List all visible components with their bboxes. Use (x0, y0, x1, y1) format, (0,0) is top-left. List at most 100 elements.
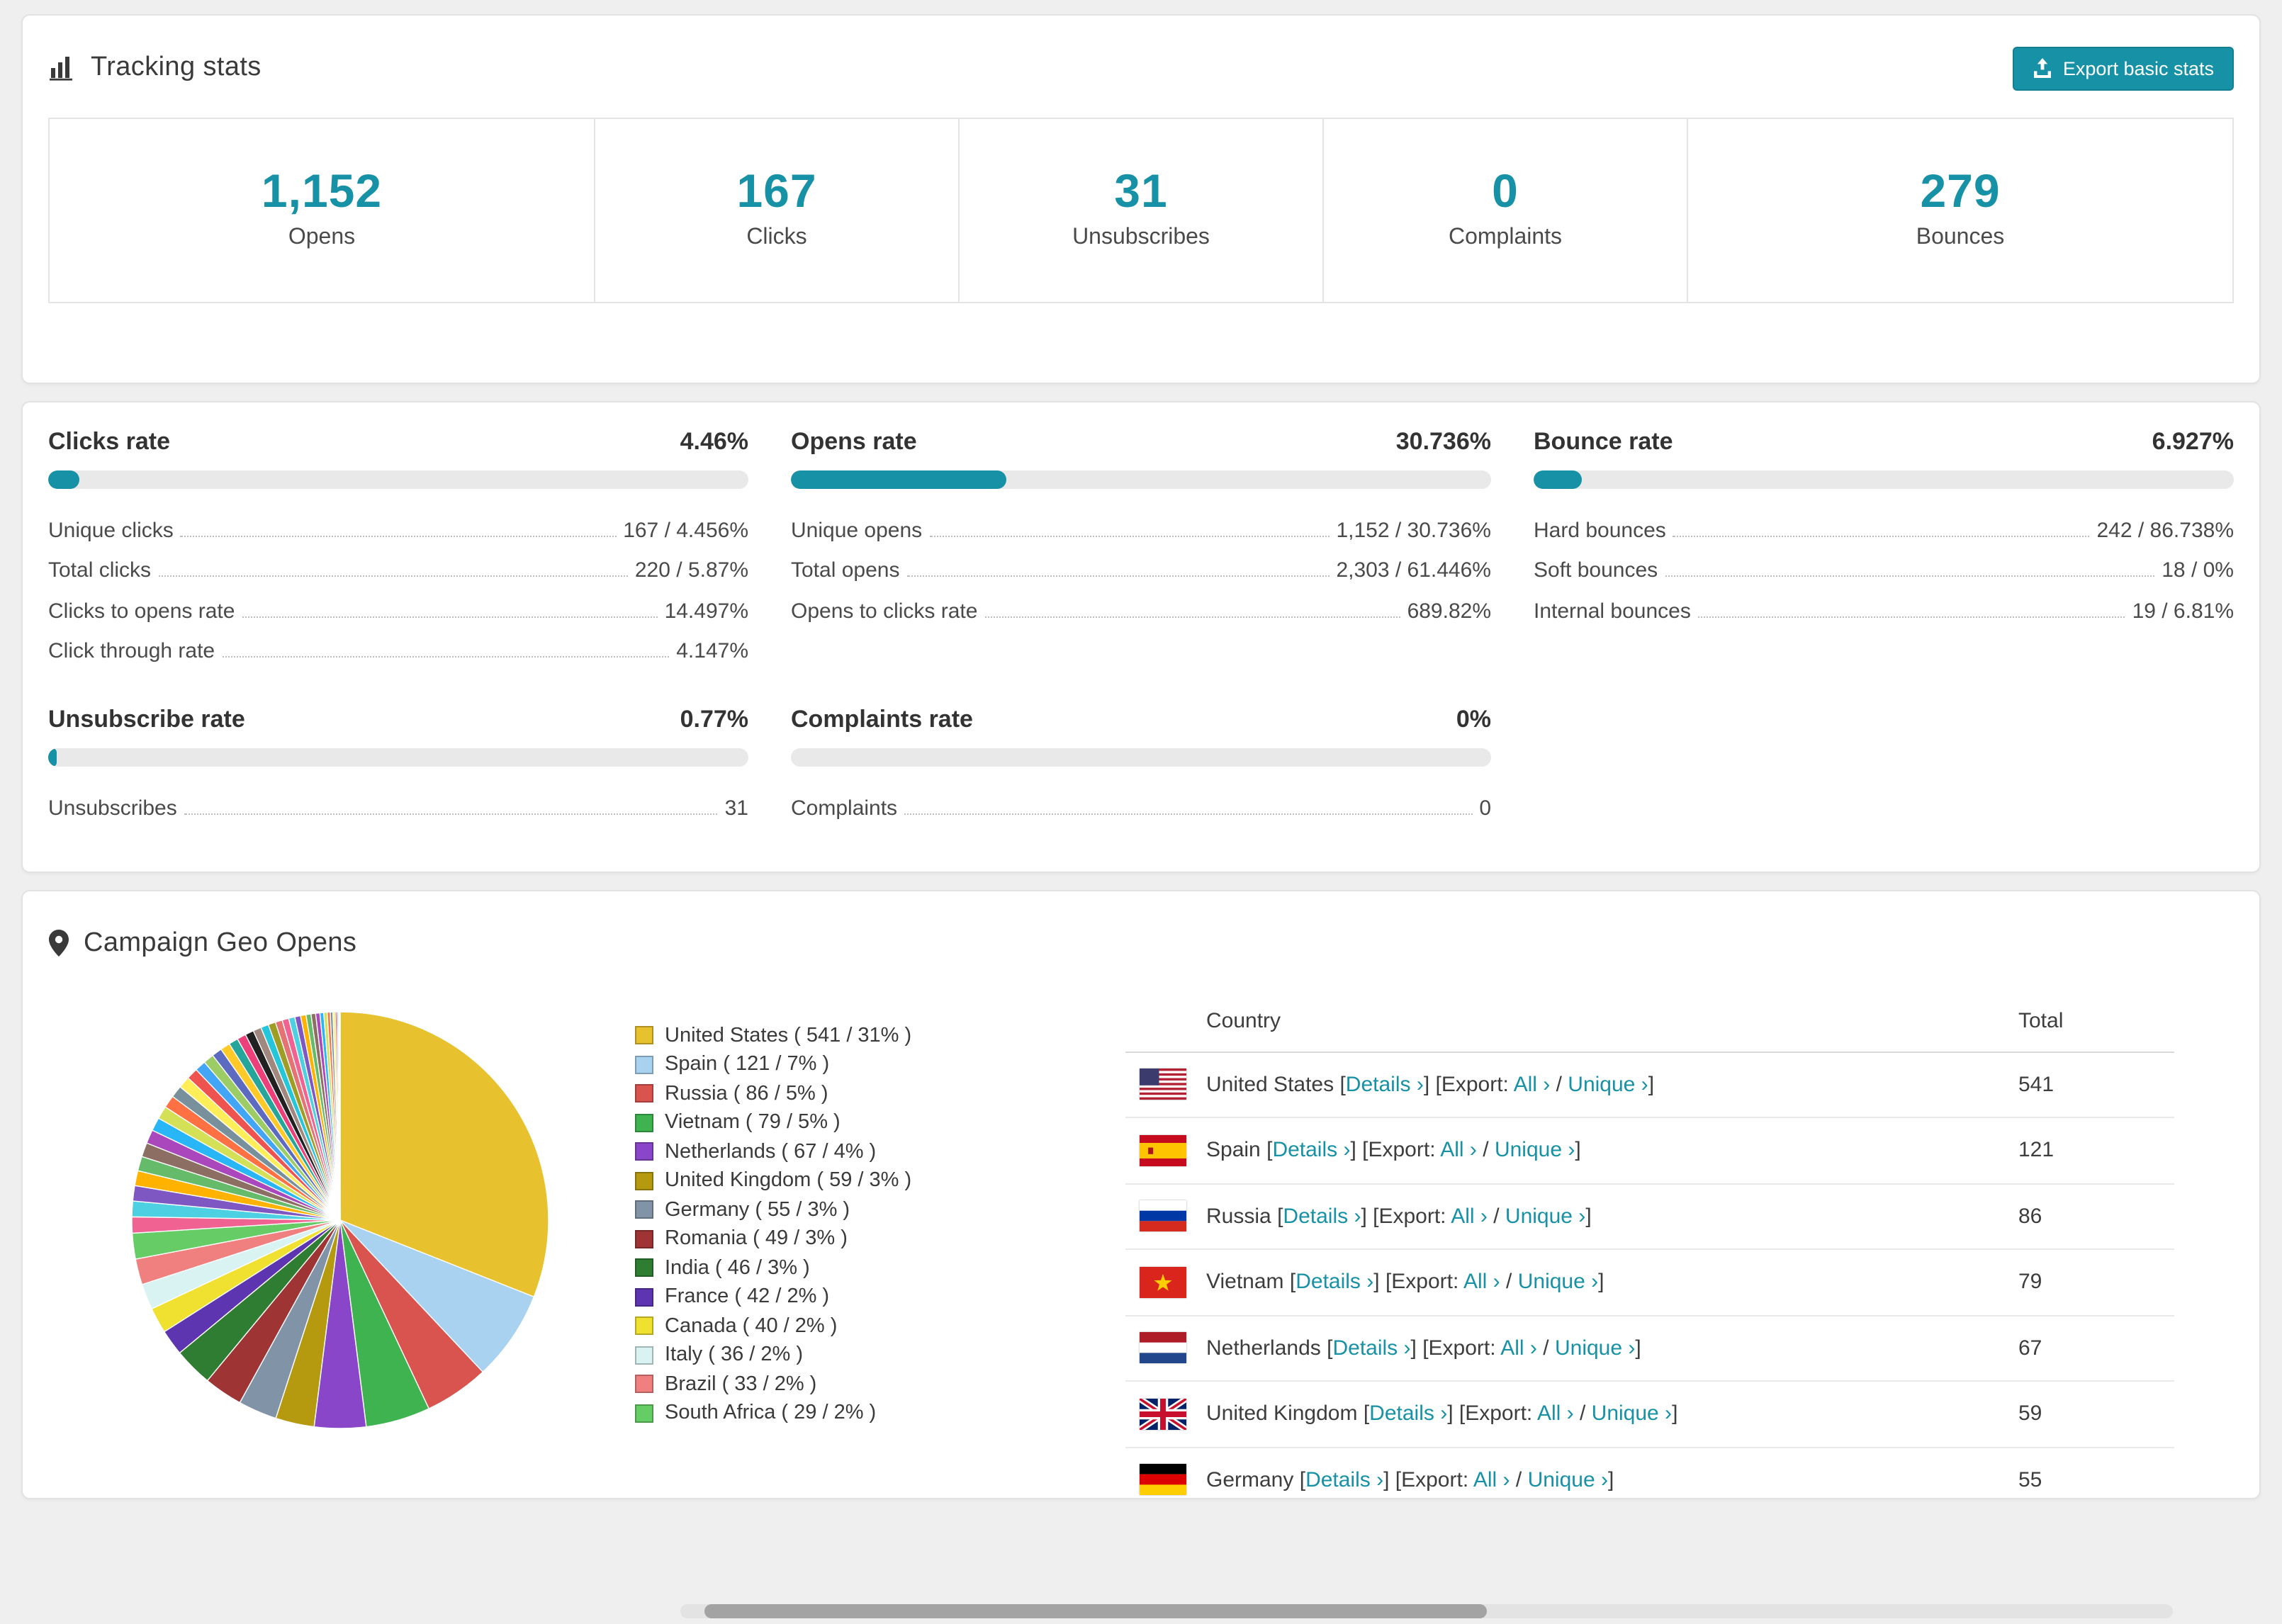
stat-value: 1,152 (261, 164, 383, 217)
export-unique-link[interactable]: Unique › (1568, 1073, 1648, 1097)
export-slash: / (1510, 1467, 1528, 1492)
rate-row-label: Unique clicks (48, 518, 174, 542)
details-link[interactable]: Details › (1305, 1468, 1383, 1492)
country-flag-icon (1140, 1464, 1186, 1496)
bracket-open: [ (1363, 1402, 1370, 1426)
export-unique-link[interactable]: Unique › (1518, 1270, 1598, 1295)
rate-rows: Hard bounces 242 / 86.738% Soft bounces … (1534, 502, 2234, 623)
legend-label: Romania ( 49 / 3% ) (665, 1227, 848, 1251)
rate-progress-track (791, 748, 1491, 767)
rate-panel: Unsubscribe rate 0.77% Unsubscribes 31 (48, 706, 748, 820)
details-link[interactable]: Details › (1272, 1139, 1350, 1163)
export-all-link[interactable]: All › (1537, 1402, 1574, 1426)
export-all-link[interactable]: All › (1463, 1270, 1500, 1295)
legend-item: Vietnam ( 79 / 5% ) (635, 1108, 989, 1137)
details-link[interactable]: Details › (1369, 1402, 1447, 1426)
legend-label: Italy ( 36 / 2% ) (665, 1343, 804, 1367)
bracket-close-2: ] (1607, 1467, 1614, 1492)
stat-label: Bounces (1916, 225, 2005, 249)
export-basic-stats-button[interactable]: Export basic stats (2013, 46, 2234, 90)
total-column-header: Total (2018, 1008, 2064, 1032)
export-unique-link[interactable]: Unique › (1555, 1336, 1635, 1360)
details-link[interactable]: Details › (1283, 1205, 1361, 1229)
rate-row-label: Total clicks (48, 558, 152, 582)
rate-row-label: Internal bounces (1534, 599, 1691, 623)
bracket-close: ] (1350, 1138, 1363, 1163)
bracket-close: ] (1383, 1467, 1395, 1492)
export-unique-link[interactable]: Unique › (1592, 1402, 1672, 1426)
export-prefix: [Export: (1422, 1336, 1501, 1360)
rate-row-label: Soft bounces (1534, 558, 1658, 582)
rate-value: 0.77% (680, 706, 748, 733)
geo-opens-card: Campaign Geo Opens United States ( 541 /… (21, 889, 2261, 1499)
geo-opens-title: Campaign Geo Opens (84, 927, 357, 957)
legend-item: Romania ( 49 / 3% ) (635, 1224, 989, 1253)
export-unique-link[interactable]: Unique › (1495, 1139, 1575, 1163)
country-total: 55 (2018, 1467, 2042, 1492)
bracket-close: ] (1410, 1336, 1423, 1360)
export-unique-link[interactable]: Unique › (1505, 1205, 1585, 1229)
rate-panel: Clicks rate 4.46% Unique clicks 167 / 4.… (48, 428, 748, 663)
dotted-leader (984, 616, 1400, 617)
geo-table: Country Total United States [Details ›] … (1125, 990, 2174, 1497)
stat-card: 279 Bounces (1688, 119, 2232, 302)
legend-swatch (635, 1084, 653, 1103)
legend-swatch (635, 1375, 653, 1394)
legend-item: Italy ( 36 / 2% ) (635, 1341, 989, 1370)
rate-row: Unsubscribes 31 (48, 779, 748, 820)
country-cell: United Kingdom [Details ›] [Export: All … (1206, 1402, 2018, 1426)
legend-label: Netherlands ( 67 / 4% ) (665, 1140, 877, 1163)
legend-swatch (635, 1142, 653, 1161)
legend-label: Vietnam ( 79 / 5% ) (665, 1111, 841, 1134)
rate-row: Total clicks 220 / 5.87% (48, 542, 748, 582)
country-flag-icon (1140, 1200, 1186, 1232)
export-all-link[interactable]: All › (1500, 1336, 1537, 1360)
table-row: United Kingdom [Details ›] [Export: All … (1125, 1382, 2174, 1448)
dashboard-page: Tracking stats Export basic stats 1,152 … (0, 0, 2282, 1624)
country-total: 59 (2018, 1402, 2042, 1426)
details-link[interactable]: Details › (1332, 1336, 1410, 1360)
legend-swatch (635, 1055, 653, 1074)
country-flag-icon (1140, 1398, 1186, 1430)
export-slash: / (1536, 1336, 1555, 1360)
export-all-link[interactable]: All › (1514, 1073, 1551, 1097)
pie-svg (131, 1010, 549, 1428)
horizontal-scrollbar-track[interactable] (680, 1604, 2173, 1618)
legend-swatch (635, 1171, 653, 1190)
rate-row-label: Unique opens (791, 518, 923, 542)
rate-row-value: 0 (1479, 796, 1491, 820)
details-link[interactable]: Details › (1346, 1073, 1424, 1097)
dotted-leader (158, 575, 628, 577)
export-slash: / (1573, 1402, 1592, 1426)
rate-progress-track (791, 470, 1491, 489)
rate-row-value: 14.497% (664, 599, 748, 623)
legend-item: Canada ( 40 / 2% ) (635, 1312, 989, 1341)
horizontal-scrollbar-thumb[interactable] (704, 1604, 1487, 1618)
rate-panel: Bounce rate 6.927% Hard bounces 242 / 86… (1534, 428, 2234, 663)
rate-title-row: Bounce rate 6.927% (1534, 428, 2234, 456)
dotted-leader (906, 575, 1330, 577)
country-name: Vietnam (1206, 1270, 1290, 1295)
country-name: Germany (1206, 1467, 1300, 1492)
table-row: Germany [Details ›] [Export: All › / Uni… (1125, 1448, 2174, 1497)
country-cell: United States [Details ›] [Export: All ›… (1206, 1073, 2018, 1097)
export-all-link[interactable]: All › (1451, 1205, 1488, 1229)
table-row: Russia [Details ›] [Export: All › / Uniq… (1125, 1184, 2174, 1250)
rate-row-label: Hard bounces (1534, 518, 1666, 542)
bracket-close-2: ] (1598, 1270, 1604, 1295)
legend-swatch (635, 1229, 653, 1248)
export-all-link[interactable]: All › (1473, 1468, 1510, 1492)
export-unique-link[interactable]: Unique › (1528, 1468, 1608, 1492)
legend-item: United Kingdom ( 59 / 3% ) (635, 1166, 989, 1195)
rate-rows: Unique opens 1,152 / 30.736% Total opens… (791, 502, 1491, 623)
geo-table-body: United States [Details ›] [Export: All ›… (1125, 1052, 2174, 1497)
rate-progress-track (48, 470, 748, 489)
country-flag-icon (1140, 1266, 1186, 1298)
details-link[interactable]: Details › (1295, 1270, 1373, 1295)
export-all-link[interactable]: All › (1440, 1139, 1477, 1163)
geo-opens-header: Campaign Geo Opens (48, 910, 2234, 976)
legend-item: United States ( 541 / 31% ) (635, 1021, 989, 1050)
rate-row-value: 242 / 86.738% (2096, 518, 2235, 542)
country-total: 79 (2018, 1270, 2042, 1295)
rate-row-value: 18 / 0% (2162, 558, 2234, 582)
